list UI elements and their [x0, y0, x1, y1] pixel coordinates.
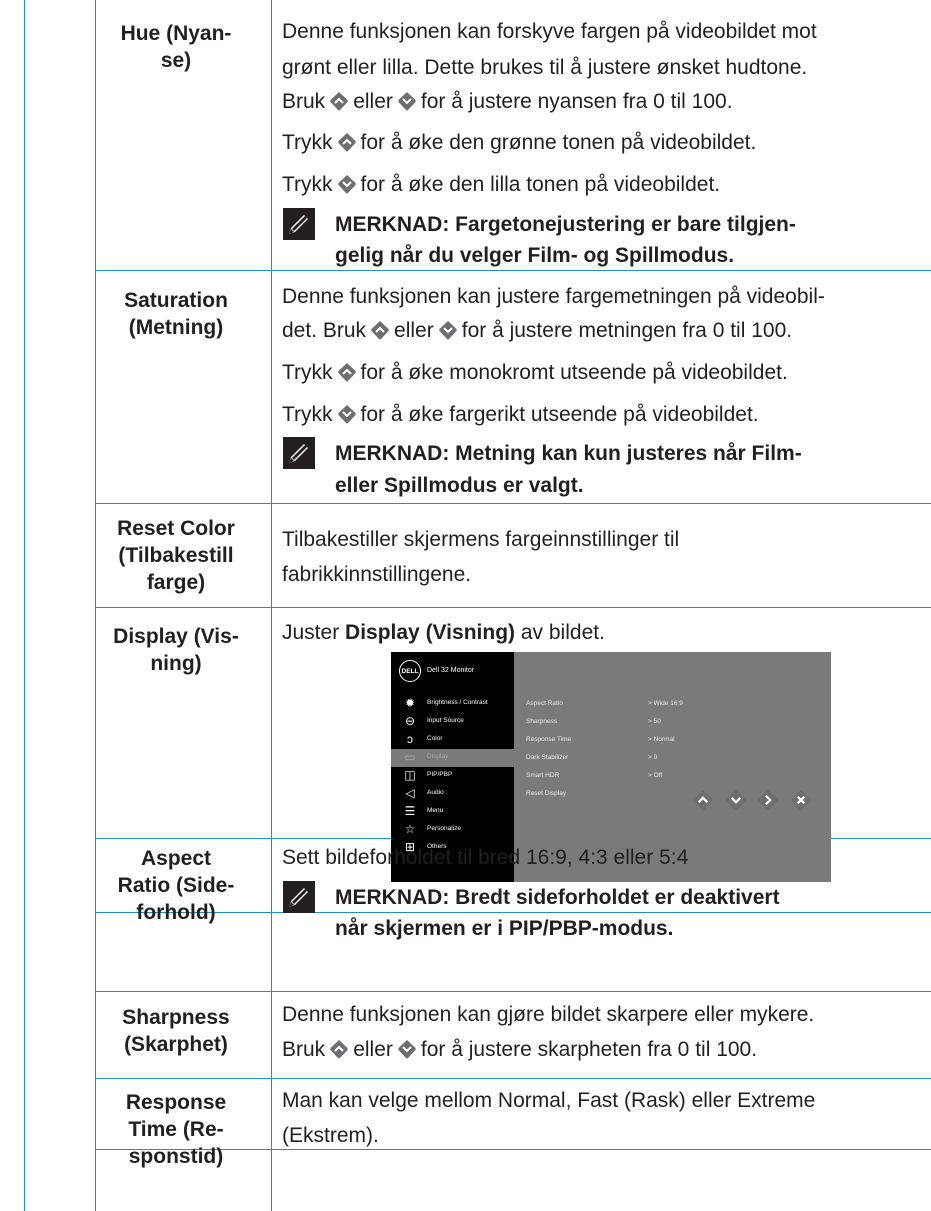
hue-press-up-line: Trykk for å øke den grønne tonen på video… [282, 131, 757, 154]
up-button-icon [370, 320, 390, 340]
response-time-description-line: (Ekstrem). [282, 1124, 379, 1147]
pip-icon: ◫ [404, 768, 416, 782]
reset-color-description-line: fabrikkinnstillingene. [282, 563, 472, 586]
up-button-icon [329, 91, 349, 111]
reset-color-description-line: Tilbakestiller skjermens fargeinnstillin… [282, 528, 680, 551]
row-label-saturation: Saturation (Metning) [124, 289, 228, 339]
dell-logo: DELL [399, 660, 421, 682]
pencil-note-icon [282, 880, 316, 914]
input-icon: ⊖ [404, 714, 416, 728]
exit-nav-button-icon [790, 789, 812, 811]
menu-icon: ☰ [404, 804, 416, 818]
down-button-icon [438, 320, 458, 340]
osd-menu-item-display: ▭ Display [391, 749, 514, 767]
document-page: Hue (Nyan- se) Denne funksjonen kan fors… [0, 0, 931, 1211]
saturation-description-line: Denne funksjonen kan justere fargemetnin… [282, 285, 825, 308]
hue-press-down-line: Trykk for å øke den lilla tonen på videob… [282, 173, 721, 196]
down-button-icon [397, 1039, 417, 1059]
right-nav-button-icon [757, 789, 779, 811]
row-divider [95, 991, 931, 992]
osd-setting-value: > 50 [648, 718, 661, 725]
row-label-aspect-ratio: Aspect Ratio (Side- forhold) [117, 847, 235, 924]
sharpness-range-line: Bruk eller for å justere skarpheten fra 0 … [282, 1038, 758, 1061]
osd-setting-name: Response Time [526, 736, 572, 743]
osd-menu-item-pip-pbp: ◫ PIP/PBP [404, 768, 453, 782]
saturation-press-down-line: Trykk for å øke fargerikt utseende på vid… [282, 403, 759, 426]
osd-menu-item-audio: ◁ Audio [391, 785, 514, 803]
monitor-icon: ▭ [404, 750, 416, 764]
speaker-icon: ◁ [405, 786, 415, 800]
sun-icon: ✹ [404, 696, 416, 710]
row-divider [95, 607, 931, 608]
osd-title: Dell 32 Monitor [427, 667, 475, 674]
row-label-sharpness: Sharpness (Skarphet) [122, 1006, 230, 1056]
row-label-hue: Hue (Nyan- se) [120, 22, 232, 72]
down-nav-button-icon [725, 789, 747, 811]
table-left-border [24, 0, 25, 1211]
row-label-reset-color: Reset Color (Tilbakestill farge) [117, 517, 235, 594]
osd-menu-item-brightness: ✹ Brightness / Contrast [404, 696, 488, 710]
osd-setting-value: > Off [648, 772, 663, 779]
color-icon: ↄ [407, 732, 413, 746]
hue-description-line: Denne funksjonen kan forskyve fargen på … [282, 20, 817, 43]
osd-setting-value: > 0 [648, 754, 658, 761]
row-label-display: Display (Vis- ning) [113, 625, 239, 675]
down-button-icon [337, 174, 357, 194]
hue-range-line: Bruk eller for å justere nyansen fra 0 til… [282, 90, 733, 113]
osd-setting-name: Reset Display [526, 790, 567, 797]
osd-setting-name: Smart HDR [526, 772, 560, 779]
up-button-icon [337, 132, 357, 152]
osd-menu-item-color: ↄ Color [391, 731, 514, 749]
sharpness-description-line: Denne funksjonen kan gjøre bildet skarpe… [282, 1003, 815, 1026]
pencil-note-icon [282, 207, 316, 241]
display-description-line: Juster Display (Visning) av bildet. [282, 621, 605, 644]
osd-menu-item-personalize: ☆ Personalize [404, 822, 461, 836]
aspect-ratio-description-line: Sett bildeforholdet til bred 16:9, 4:3 e… [282, 846, 689, 869]
up-button-icon [337, 362, 357, 382]
osd-setting-value: > Wide 16:9 [648, 700, 683, 707]
star-icon: ☆ [404, 822, 416, 836]
row-divider [95, 503, 931, 504]
down-button-icon [397, 91, 417, 111]
saturation-range-line: det. Bruk eller for å justere metningen fr… [282, 319, 793, 342]
up-button-icon [329, 1039, 349, 1059]
osd-setting-value: > Normal [648, 736, 675, 743]
response-time-description-line: Man kan velge mellom Normal, Fast (Rask)… [282, 1089, 816, 1112]
osd-menu-item-input-source: ⊖ Input Source [404, 714, 464, 728]
description-column-border [271, 0, 272, 1211]
row-label-response-time: Response Time (Re- sponstid) [125, 1091, 227, 1168]
osd-setting-name: Dark Stabilizer [526, 754, 569, 761]
up-nav-button-icon [692, 789, 714, 811]
osd-setting-name: Sharpness [526, 718, 558, 725]
row-divider [95, 1078, 931, 1079]
down-button-icon [337, 404, 357, 424]
hue-description-line: grønt eller lilla. Dette brukes til å ju… [282, 56, 808, 79]
osd-menu-item-menu: ☰ Menu [404, 804, 444, 818]
pencil-note-icon [282, 436, 316, 470]
saturation-press-up-line: Trykk for å øke monokromt utseende på vid… [282, 361, 788, 384]
osd-setting-name: Aspect Ratio [526, 700, 563, 707]
